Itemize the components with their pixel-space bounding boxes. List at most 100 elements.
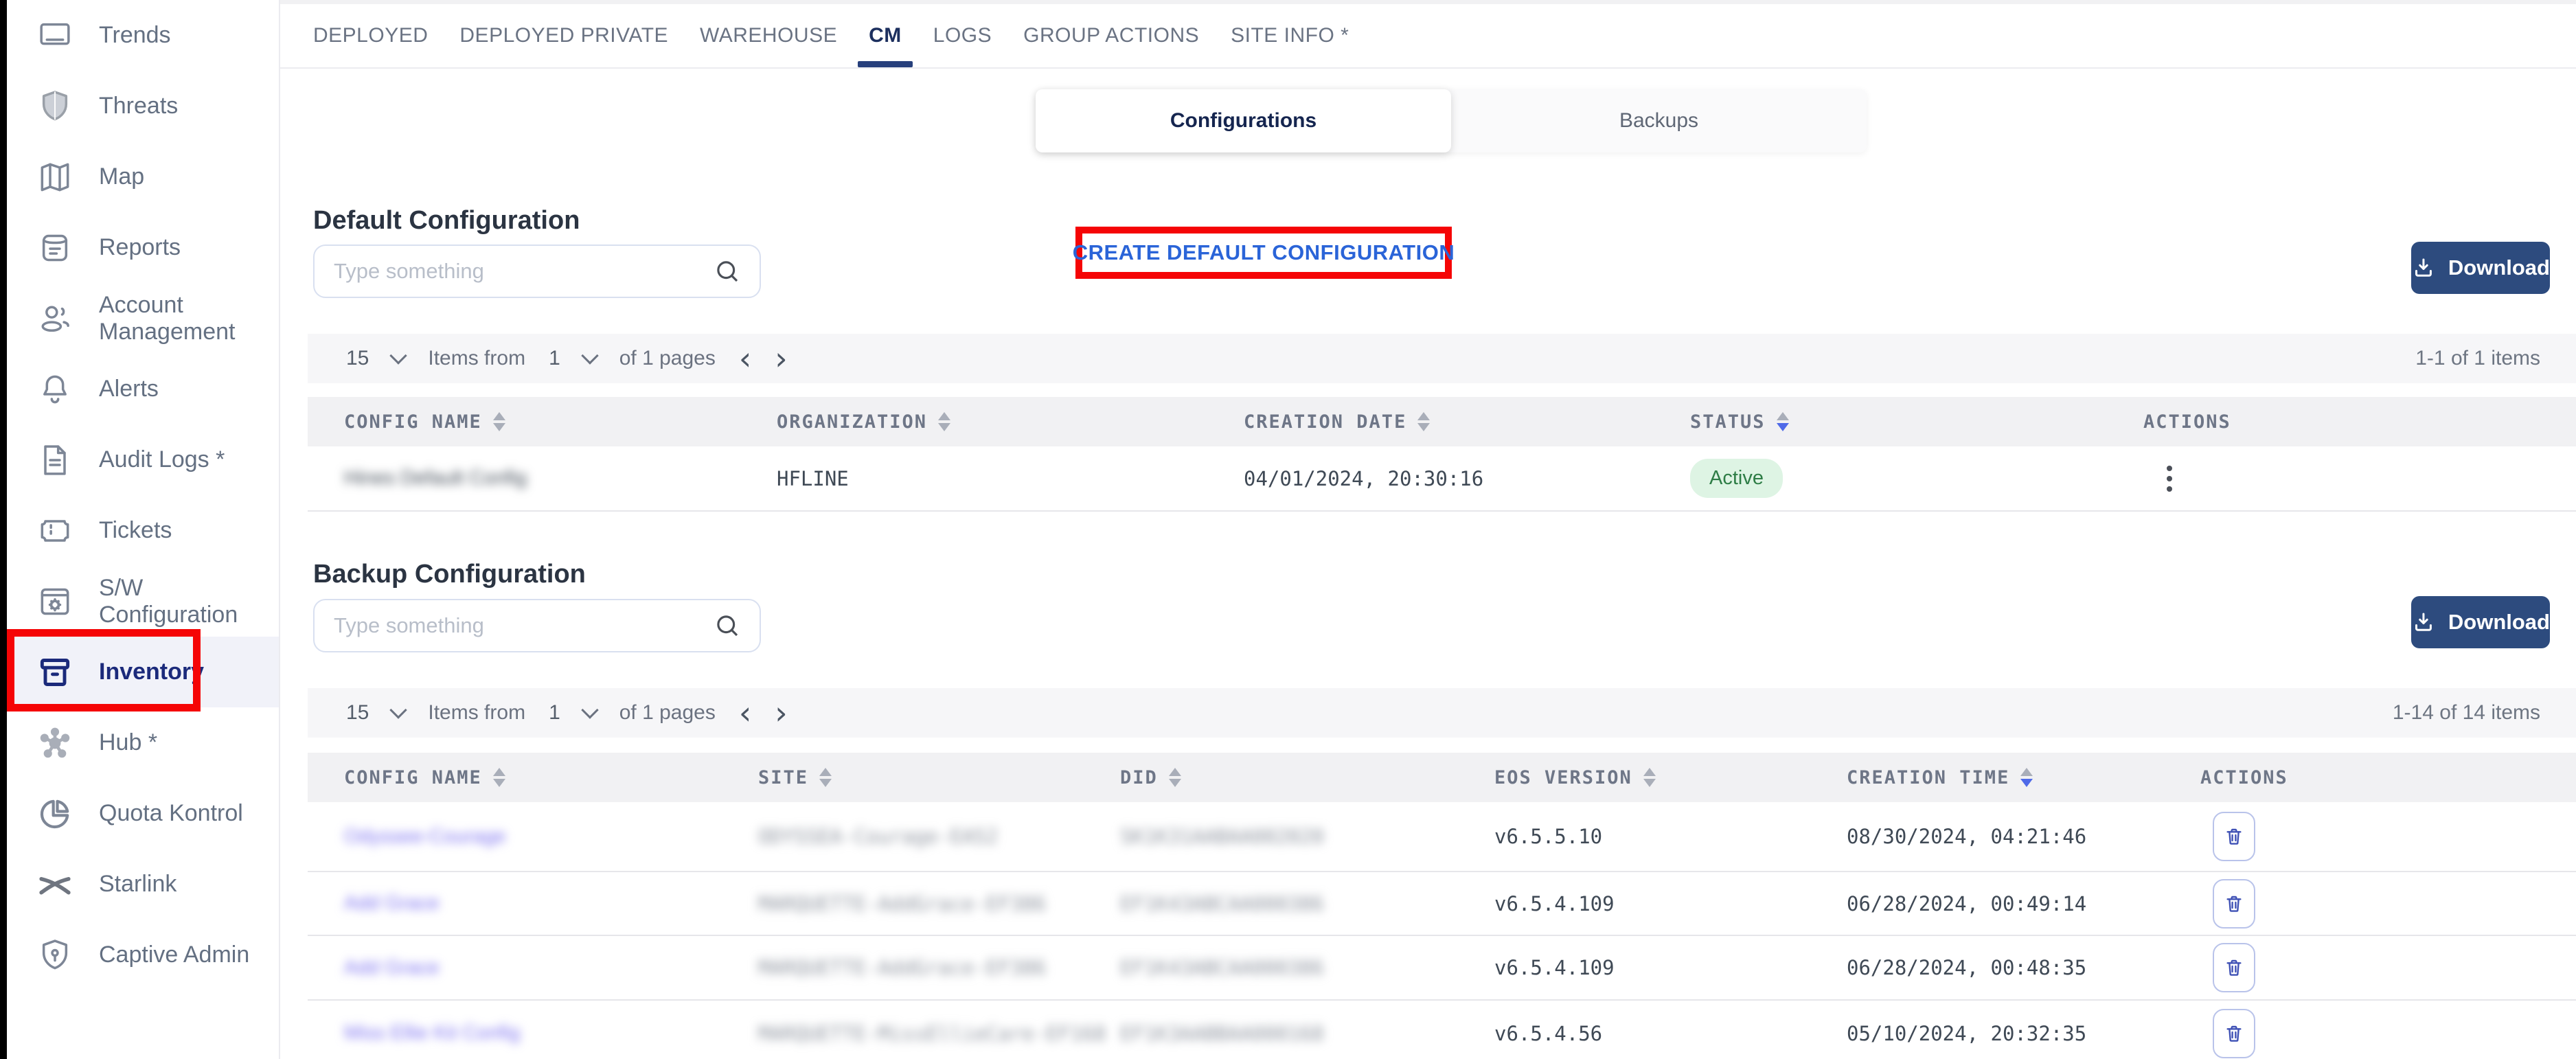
sort-icon[interactable] [1643,768,1656,787]
default-download-button[interactable]: Download [2411,242,2550,294]
column-header-eos-version[interactable]: EOS VERSION [1494,767,1847,788]
column-header-config-name[interactable]: CONFIG NAME [344,767,758,788]
column-label: SITE [758,767,808,788]
page-size-dropdown-chevron-icon[interactable] [390,347,407,364]
tab-label: SITE INFO * [1231,24,1349,47]
column-label: STATUS [1690,411,1766,433]
column-header-status[interactable]: STATUS [1690,411,2143,433]
page-number-value: 1 [549,701,560,725]
sidebar-item-label: Threats [99,93,178,119]
default-table-header: CONFIG NAME ORGANIZATION CREATION DATE S… [308,397,2576,446]
delete-row-button[interactable] [2213,879,2255,929]
eos-version-cell: v6.5.4.109 [1494,956,1847,979]
table-row: Odyssee-Courage ODYSSEA-Courage-EA52 SK1… [308,802,2576,872]
tab-site-info[interactable]: SITE INFO * [1231,4,1349,67]
page-number-value: 1 [549,347,560,370]
page-dropdown-chevron-icon[interactable] [581,347,598,364]
sidebar-item-hub[interactable]: Hub * [7,707,279,778]
tab-deployed[interactable]: DEPLOYED [313,4,428,67]
tab-logs[interactable]: LOGS [933,4,992,67]
tab-deployed-private[interactable]: DEPLOYED PRIVATE [459,4,668,67]
sort-icon[interactable] [493,768,505,787]
column-header-did[interactable]: DID [1120,767,1494,788]
next-page-button[interactable]: › [775,697,787,729]
sidebar-item-label: Reports [99,234,181,261]
column-header-creation-date[interactable]: CREATION DATE [1244,411,1690,433]
sort-icon-active[interactable] [1777,412,1789,431]
prev-page-button[interactable]: ‹ [739,343,751,374]
column-label: ACTIONS [2200,767,2288,788]
sidebar-item-sw-configuration[interactable]: S/W Configuration [7,566,279,637]
delete-row-button[interactable] [2213,1009,2255,1058]
config-name-link[interactable]: Add Grace [344,892,440,914]
prev-page-button[interactable]: ‹ [739,697,751,729]
sidebar-item-tickets[interactable]: Tickets [7,495,279,566]
tab-warehouse[interactable]: WAREHOUSE [700,4,837,67]
sidebar-item-threats[interactable]: Threats [7,71,279,141]
default-search-input[interactable] [332,258,713,284]
sidebar-item-captive-admin[interactable]: Captive Admin [7,920,279,990]
toggle-configurations[interactable]: Configurations [1036,89,1451,152]
sidebar-item-label: Quota Kontrol [99,800,243,827]
sidebar-item-label: Captive Admin [99,942,249,968]
sort-icon-active[interactable] [2020,768,2033,787]
sidebar-item-starlink[interactable]: Starlink [7,849,279,920]
did-cell: EF1K43ABCAA000386 [1120,956,1494,979]
shield-icon [36,87,74,126]
column-header-actions: ACTIONS [2200,767,2576,788]
sidebar-item-quota-kontrol[interactable]: Quota Kontrol [7,778,279,849]
delete-row-button[interactable] [2213,943,2255,992]
sort-icon[interactable] [819,768,832,787]
sidebar-item-trends[interactable]: Trends [7,0,279,71]
column-header-organization[interactable]: ORGANIZATION [777,411,1244,433]
tab-group-actions[interactable]: GROUP ACTIONS [1023,4,1199,67]
site-cell: ODYSSEA-Courage-EA52 [758,825,1120,848]
next-page-button[interactable]: › [775,343,787,374]
sidebar-item-reports[interactable]: Reports [7,212,279,283]
page-size-dropdown-chevron-icon[interactable] [390,701,407,718]
column-header-config-name[interactable]: CONFIG NAME [344,411,777,433]
sidebar-item-label: Hub * [99,729,157,756]
sort-icon[interactable] [938,412,950,431]
column-header-creation-time[interactable]: CREATION TIME [1847,767,2200,788]
sidebar-item-label: Alerts [99,376,159,402]
tab-label: GROUP ACTIONS [1023,24,1199,47]
tab-label: LOGS [933,24,992,47]
config-name-link[interactable]: Miss Ellie Kit Config [344,1022,520,1044]
column-label: DID [1120,767,1158,788]
view-toggle: Configurations Backups [1036,89,1867,152]
row-actions-kebab-icon[interactable] [2156,466,2183,492]
site-cell: MARQUETTE-MissEllieCare-EF168 [758,1022,1120,1045]
did-cell: EF1K3AABBAA000168 [1120,1022,1494,1045]
config-name-link[interactable]: Odyssee-Courage [344,825,505,847]
creation-date-cell: 04/01/2024, 20:30:16 [1244,467,1690,490]
sidebar-item-label: Account Management [99,292,279,345]
sidebar-item-account-management[interactable]: Account Management [7,283,279,354]
bell-icon [36,370,74,409]
sort-icon[interactable] [493,412,505,431]
sidebar-item-audit-logs[interactable]: Audit Logs * [7,424,279,495]
column-label: ORGANIZATION [777,411,927,433]
toggle-backups[interactable]: Backups [1451,89,1867,152]
backup-search-input[interactable] [332,613,713,639]
creation-time-cell: 08/30/2024, 04:21:46 [1847,825,2200,848]
page-size-value: 15 [346,701,369,725]
create-default-configuration-button[interactable]: CREATE DEFAULT CONFIGURATION [1073,240,1455,265]
delete-row-button[interactable] [2213,812,2255,861]
page-dropdown-chevron-icon[interactable] [581,701,598,718]
pages-label: of 1 pages [619,347,716,370]
sidebar-item-alerts[interactable]: Alerts [7,354,279,424]
config-name-link[interactable]: Add Grace [344,957,440,979]
backup-search-box [313,599,761,652]
document-icon [36,441,74,479]
backup-download-button[interactable]: Download [2411,596,2550,648]
column-label: CREATION DATE [1244,411,1406,433]
sort-icon[interactable] [1417,412,1430,431]
backup-pagination-bar: 15 Items from 1 of 1 pages ‹ › 1-14 of 1… [308,688,2576,738]
sidebar-item-label: Audit Logs * [99,446,225,473]
creation-time-cell: 06/28/2024, 00:49:14 [1847,892,2200,915]
sort-icon[interactable] [1169,768,1181,787]
tab-cm[interactable]: CM [869,4,902,67]
sidebar-item-map[interactable]: Map [7,141,279,212]
column-header-site[interactable]: SITE [758,767,1120,788]
